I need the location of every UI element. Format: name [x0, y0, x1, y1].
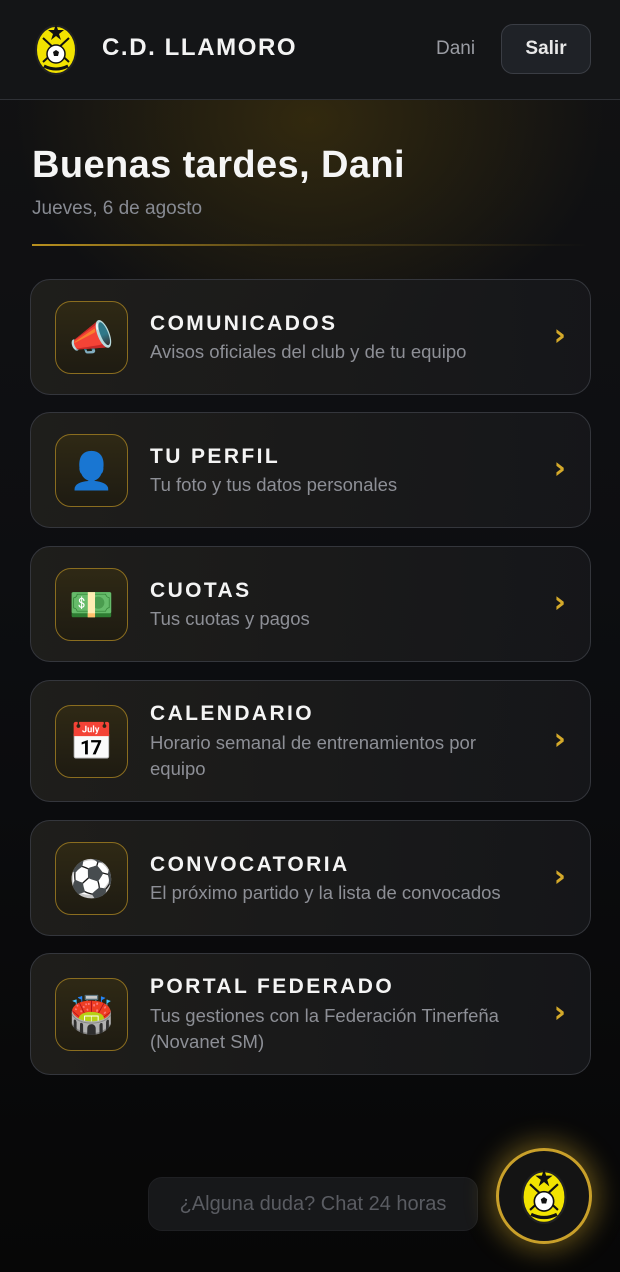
menu-card-title: CALENDARIO [150, 702, 314, 725]
greeting-title: Buenas tardes, Dani [32, 144, 405, 186]
user-icon: 👤 [55, 434, 128, 507]
menu-card-portal-federado[interactable]: 🏟️ PORTAL FEDERADO Tus gestiones con la … [30, 953, 591, 1075]
current-user-name: Dani [436, 38, 476, 59]
menu-card-title: CONVOCATORIA [150, 853, 350, 876]
stadium-icon: 🏟️ [55, 978, 128, 1051]
club-logo [35, 24, 77, 75]
money-icon: 💵 [55, 568, 128, 641]
menu-card-description: Tus gestiones con la Federación Tinerfeñ… [150, 1005, 499, 1052]
menu-card-title: CUOTAS [150, 579, 252, 602]
chevron-right-icon: › [553, 451, 566, 486]
chevron-right-icon: › [553, 995, 566, 1030]
menu-card-title: COMUNICADOS [150, 312, 338, 335]
menu-card-convocatoria[interactable]: ⚽ CONVOCATORIA El próximo partido y la l… [30, 820, 591, 936]
menu-card-perfil[interactable]: 👤 TU PERFIL Tu foto y tus datos personal… [30, 412, 591, 528]
section-divider [32, 244, 588, 246]
chat-button[interactable] [496, 1148, 592, 1244]
chevron-right-icon: › [553, 318, 566, 353]
menu-card-description: Avisos oficiales del club y de tu equipo [150, 341, 467, 362]
current-date: Jueves, 6 de agosto [32, 198, 203, 219]
menu-card-title: PORTAL FEDERADO [150, 975, 395, 998]
megaphone-icon: 📣 [55, 301, 128, 374]
logout-button[interactable]: Salir [501, 24, 591, 74]
calendar-icon: 📅 [55, 705, 128, 778]
menu-card-description: Tus cuotas y pagos [150, 608, 310, 629]
top-header: C.D. LLAMORO Dani Salir [0, 0, 620, 100]
chevron-right-icon: › [553, 859, 566, 894]
menu-card-description: Horario semanal de entrenamientos por eq… [150, 732, 476, 779]
chevron-right-icon: › [553, 722, 566, 757]
club-logo-icon [521, 1169, 567, 1224]
menu-card-title: TU PERFIL [150, 445, 281, 468]
menu-card-description: El próximo partido y la lista de convoca… [150, 882, 501, 903]
menu-card-comunicados[interactable]: 📣 COMUNICADOS Avisos oficiales del club … [30, 279, 591, 395]
menu-card-cuotas[interactable]: 💵 CUOTAS Tus cuotas y pagos › [30, 546, 591, 662]
chat-prompt-pill[interactable]: ¿Alguna duda? Chat 24 horas [148, 1177, 478, 1231]
menu-card-calendario[interactable]: 📅 CALENDARIO Horario semanal de entrenam… [30, 680, 591, 802]
club-name: C.D. LLAMORO [102, 34, 298, 61]
chevron-right-icon: › [553, 585, 566, 620]
soccer-ball-icon: ⚽ [55, 842, 128, 915]
menu-card-description: Tu foto y tus datos personales [150, 474, 398, 495]
